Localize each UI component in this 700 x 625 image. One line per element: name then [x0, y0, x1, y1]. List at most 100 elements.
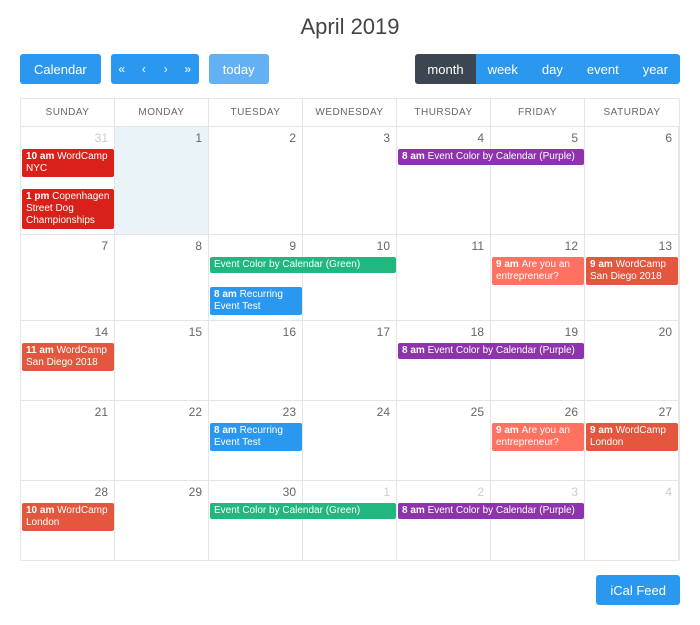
view-year[interactable]: year: [631, 54, 680, 84]
day-number: 21: [95, 405, 108, 419]
events-layer: 11 am WordCamp San Diego 2018 8 am Event …: [21, 343, 679, 369]
day-number: 11: [472, 239, 484, 253]
calendar-event[interactable]: Event Color by Calendar (Green): [210, 257, 396, 273]
calendar-event[interactable]: 8 am Event Color by Calendar (Purple): [398, 343, 584, 359]
day-number: 7: [101, 239, 108, 253]
toolbar: Calendar « ‹ › » today monthweekdayevent…: [20, 54, 680, 84]
calendar-event[interactable]: 8 am Event Color by Calendar (Purple): [398, 149, 584, 165]
event-time: 9 am: [590, 425, 616, 436]
event-time: 9 am: [496, 259, 522, 270]
week-row: 31 1 2 3 4 5 6 10 am WordCamp NYC 8 am Event Col…: [21, 126, 679, 234]
ical-feed-button[interactable]: iCal Feed: [596, 575, 680, 605]
day-number: 1: [383, 485, 390, 499]
weeks-container: 3112345610 am WordCamp NYC8 am Event Col…: [21, 126, 679, 560]
calendar-event[interactable]: 9 am Are you an entrepreneur?: [492, 423, 584, 451]
view-switcher: monthweekdayeventyear: [415, 54, 680, 84]
day-number: 9: [289, 239, 296, 253]
event-time: 11 am: [26, 345, 57, 356]
day-number: 27: [659, 405, 672, 419]
dow-header-row: SUNDAYMONDAYTUESDAYWEDNESDAYTHURSDAYFRID…: [21, 99, 679, 126]
dow-header: WEDNESDAY: [303, 99, 397, 126]
day-number: 1: [195, 131, 202, 145]
dow-header: TUESDAY: [209, 99, 303, 126]
week-row: 7 8 9 10 11 12 13 Event Color by Calendar (Gree…: [21, 234, 679, 320]
next-icon[interactable]: ›: [155, 54, 177, 84]
day-number: 2: [477, 485, 484, 499]
calendar-event[interactable]: 9 am WordCamp London: [586, 423, 678, 451]
day-number: 30: [283, 485, 296, 499]
calendar-event[interactable]: 9 am Are you an entrepreneur?: [492, 257, 584, 285]
dow-header: FRIDAY: [491, 99, 585, 126]
today-button[interactable]: today: [209, 54, 269, 84]
day-number: 3: [571, 485, 578, 499]
calendar-event[interactable]: 1 pm Copenhagen Street Dog Championships: [22, 189, 114, 229]
calendar-event[interactable]: 8 am Recurring Event Test: [210, 423, 302, 451]
event-time: 9 am: [590, 259, 616, 270]
day-number: 6: [665, 131, 672, 145]
view-day[interactable]: day: [530, 54, 575, 84]
event-time: 8 am: [402, 151, 428, 162]
events-layer: 8 am Recurring Event Test 9 am Are you an…: [21, 423, 679, 449]
events-layer: 10 am WordCamp NYC 8 am Event Color by Ca…: [21, 149, 679, 227]
day-number: 2: [289, 131, 296, 145]
dow-header: SUNDAY: [21, 99, 115, 126]
event-time: 8 am: [214, 289, 240, 300]
day-number: 28: [95, 485, 108, 499]
day-number: 17: [377, 325, 390, 339]
event-time: 8 am: [402, 345, 428, 356]
calendar-event[interactable]: 9 am WordCamp San Diego 2018: [586, 257, 678, 285]
day-number: 29: [189, 485, 202, 499]
calendar-event[interactable]: 10 am WordCamp NYC: [22, 149, 114, 177]
event-time: 10 am: [26, 151, 57, 162]
events-layer: 10 am WordCamp London Event Color by Cale…: [21, 503, 679, 529]
day-number: 4: [477, 131, 484, 145]
day-number: 18: [471, 325, 484, 339]
dow-header: THURSDAY: [397, 99, 491, 126]
day-number: 26: [565, 405, 578, 419]
view-month[interactable]: month: [415, 54, 475, 84]
dow-header: SATURDAY: [585, 99, 679, 126]
calendar-grid: SUNDAYMONDAYTUESDAYWEDNESDAYTHURSDAYFRID…: [20, 98, 680, 561]
event-time: 9 am: [496, 425, 522, 436]
day-number: 31: [95, 131, 108, 145]
calendar-event[interactable]: 11 am WordCamp San Diego 2018: [22, 343, 114, 371]
event-title: Event Color by Calendar (Green): [214, 259, 360, 270]
prev-icon[interactable]: ‹: [133, 54, 155, 84]
last-icon[interactable]: »: [177, 54, 199, 84]
calendar-event[interactable]: 10 am WordCamp London: [22, 503, 114, 531]
day-number: 14: [95, 325, 108, 339]
week-row: 1415161718192011 am WordCamp San Diego 2…: [21, 320, 679, 400]
day-number: 12: [565, 239, 578, 253]
day-number: 8: [195, 239, 202, 253]
event-time: 8 am: [214, 425, 240, 436]
event-title: Event Color by Calendar (Purple): [428, 505, 575, 516]
day-number: 19: [565, 325, 578, 339]
calendar-event[interactable]: 8 am Recurring Event Test: [210, 287, 302, 315]
event-title: Event Color by Calendar (Purple): [428, 345, 575, 356]
calendar-event[interactable]: Event Color by Calendar (Green): [210, 503, 396, 519]
first-icon[interactable]: «: [111, 54, 133, 84]
day-number: 10: [377, 239, 390, 253]
event-time: 8 am: [402, 505, 428, 516]
calendar-event[interactable]: 8 am Event Color by Calendar (Purple): [398, 503, 584, 519]
day-number: 24: [377, 405, 390, 419]
event-time: 10 am: [26, 505, 57, 516]
calendar-button[interactable]: Calendar: [20, 54, 101, 84]
view-week[interactable]: week: [476, 54, 530, 84]
day-number: 3: [383, 131, 390, 145]
day-number: 4: [665, 485, 672, 499]
day-number: 16: [283, 325, 296, 339]
view-event[interactable]: event: [575, 54, 631, 84]
dow-header: MONDAY: [115, 99, 209, 126]
week-row: 28 29 30 1 2 3 4 10 am WordCamp London Event Col…: [21, 480, 679, 560]
week-row: 21 22 23 24 25 26 27 8 am Recurring Event Test 9…: [21, 400, 679, 480]
day-number: 5: [571, 131, 578, 145]
day-number: 15: [189, 325, 202, 339]
event-title: Event Color by Calendar (Green): [214, 505, 360, 516]
page-title: April 2019: [20, 14, 680, 40]
day-number: 22: [189, 405, 202, 419]
day-number: 25: [471, 405, 484, 419]
day-number: 23: [283, 405, 296, 419]
event-title: Event Color by Calendar (Purple): [428, 151, 575, 162]
day-number: 13: [659, 239, 672, 253]
